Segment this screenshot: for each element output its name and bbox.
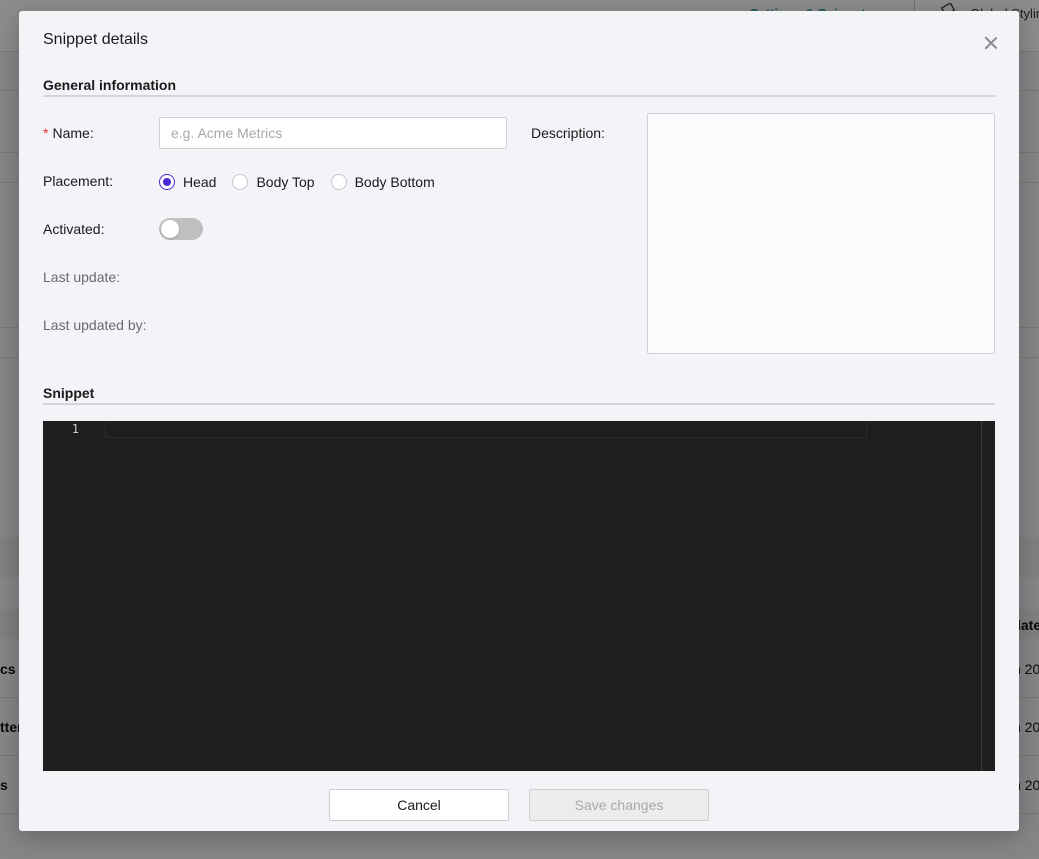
- save-changes-button[interactable]: Save changes: [529, 789, 709, 821]
- name-input[interactable]: [159, 117, 507, 149]
- radio-label: Body Bottom: [354, 174, 435, 190]
- radio-label: Body Top: [256, 174, 315, 190]
- section-divider: [43, 95, 995, 97]
- close-icon[interactable]: [983, 35, 999, 51]
- placement-option-body-top[interactable]: Body Top: [232, 174, 315, 190]
- description-label: Description:: [531, 125, 605, 141]
- general-information-heading: General information: [43, 77, 177, 93]
- description-textarea[interactable]: [647, 113, 995, 354]
- placement-radio-group: Head Body Top Body Bottom: [159, 172, 451, 192]
- activated-label: Activated:: [43, 221, 105, 237]
- radio-unselected-icon[interactable]: [330, 174, 347, 190]
- snippet-details-modal: Snippet details General information * Nam…: [19, 11, 1019, 831]
- placement-option-body-bottom[interactable]: Body Bottom: [330, 174, 435, 190]
- snippet-heading: Snippet: [43, 385, 95, 401]
- modal-title: Snippet details: [43, 31, 148, 48]
- current-line-highlight: [105, 421, 867, 438]
- activated-toggle[interactable]: [159, 218, 203, 240]
- section-divider: [43, 403, 995, 405]
- last-update-label: Last update:: [43, 269, 121, 285]
- radio-selected-icon[interactable]: [159, 174, 175, 190]
- placement-option-head[interactable]: Head: [159, 174, 216, 190]
- line-number: 1: [71, 422, 79, 436]
- name-label: * Name:: [43, 125, 94, 141]
- radio-unselected-icon[interactable]: [232, 174, 249, 190]
- cancel-button[interactable]: Cancel: [329, 789, 509, 821]
- last-updated-by-label: Last updated by:: [43, 317, 147, 333]
- code-editor[interactable]: 1: [43, 421, 995, 771]
- editor-scrollbar-track[interactable]: [981, 421, 982, 771]
- radio-label: Head: [183, 174, 217, 190]
- placement-label: Placement:: [43, 173, 114, 189]
- required-marker: *: [43, 125, 49, 141]
- toggle-knob: [161, 220, 179, 238]
